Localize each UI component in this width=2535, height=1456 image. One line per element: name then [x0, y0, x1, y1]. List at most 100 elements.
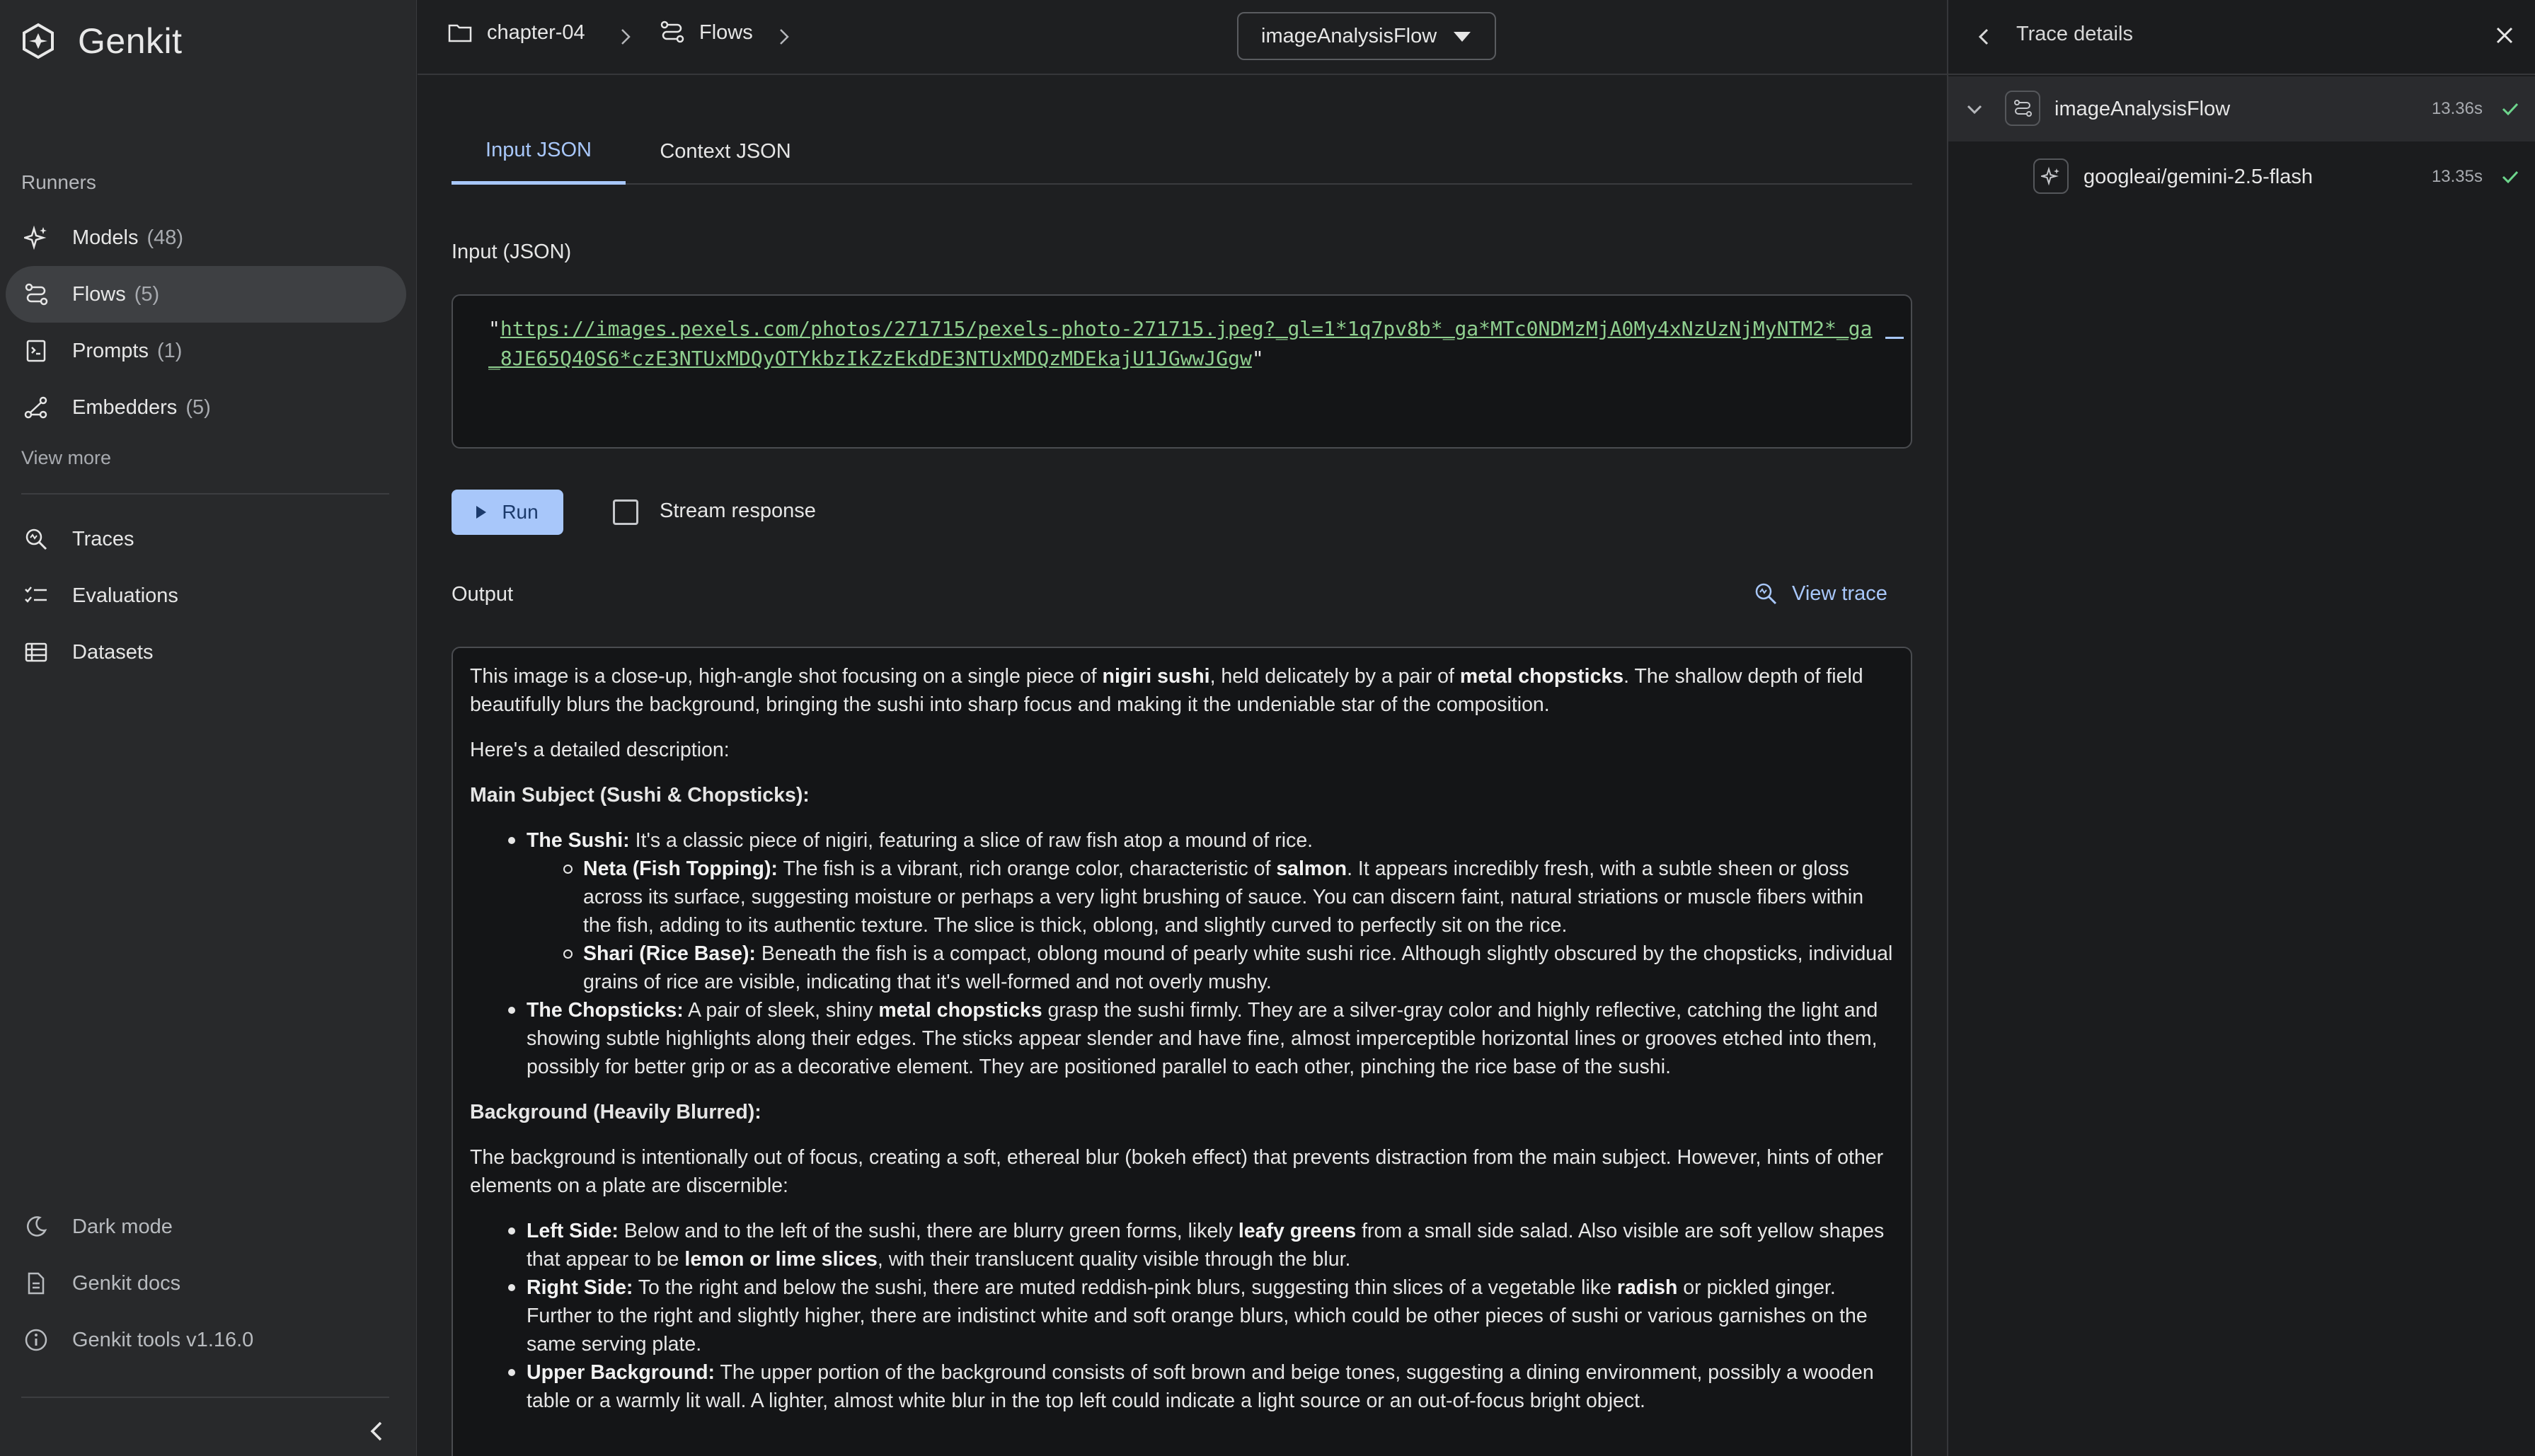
input-url-value: https://images.pexels.com/photos/271715/… — [488, 317, 1873, 370]
list-item: Shari (Rice Base): Beneath the fish is a… — [527, 940, 1894, 996]
output-paragraph: This image is a close-up, high-angle sho… — [470, 662, 1894, 719]
run-button[interactable]: Run — [452, 490, 563, 535]
list-item: The Sushi: It's a classic piece of nigir… — [470, 826, 1894, 996]
text: To the right and below the sushi, there … — [633, 1276, 1617, 1299]
view-trace-button[interactable]: View trace — [1754, 582, 1887, 606]
text: The upper portion of the background cons… — [527, 1361, 1874, 1412]
list-item: Upper Background: The upper portion of t… — [470, 1358, 1894, 1415]
doc-icon — [23, 1270, 50, 1297]
sidebar-divider — [21, 493, 389, 495]
trace-row-duration: 13.36s — [2431, 99, 2483, 118]
view-trace-label: View trace — [1792, 582, 1887, 605]
sidebar-item-label: Embedders — [72, 395, 178, 419]
back-arrow-icon[interactable] — [1974, 24, 1994, 50]
sidebar-item-models[interactable]: Models (48) — [6, 209, 406, 266]
sidebar-item-evaluations[interactable]: Evaluations — [6, 567, 406, 624]
folder-icon — [448, 24, 472, 42]
bold-text: Left Side: — [527, 1220, 619, 1242]
sidebar-item-datasets[interactable]: Datasets — [6, 624, 406, 681]
trace-panel-header: Trace details — [1948, 0, 2535, 75]
genkit-docs-link[interactable]: Genkit docs — [6, 1255, 406, 1312]
sidebar-item-label: Prompts — [72, 339, 149, 362]
text: It's a classic piece of nigiri, featurin… — [629, 829, 1314, 852]
trace-panel-title: Trace details — [2016, 23, 2133, 45]
close-icon[interactable] — [2493, 24, 2516, 47]
output-sublist: Neta (Fish Topping): The fish is a vibra… — [527, 855, 1894, 996]
sidebar-item-embedders[interactable]: Embedders (5) — [6, 379, 406, 436]
bold-text: Upper Background: — [527, 1361, 715, 1384]
collapse-sidebar-icon[interactable] — [367, 1419, 388, 1444]
info-icon — [23, 1327, 50, 1353]
tab-context-json[interactable]: Context JSON — [626, 119, 825, 185]
output-panel: This image is a close-up, high-angle sho… — [452, 647, 1912, 1456]
sidebar-item-count: (48) — [146, 226, 184, 249]
flow-icon — [23, 281, 50, 308]
bold-text: metal chopsticks — [1459, 665, 1624, 688]
check-icon — [2502, 103, 2519, 116]
sidebar-item-traces[interactable]: Traces — [6, 511, 406, 567]
json-quote: " — [1251, 347, 1264, 370]
json-quote: " — [488, 317, 500, 340]
breadcrumb-flows[interactable]: Flows — [660, 20, 753, 45]
trace-row-duration: 13.35s — [2431, 167, 2483, 186]
bold-text: Neta (Fish Topping): — [583, 857, 778, 880]
output-label: Output — [452, 583, 514, 606]
checklist-icon — [23, 582, 50, 609]
chevron-right-icon — [780, 29, 789, 45]
trace-search-icon — [23, 526, 50, 553]
breadcrumb-project[interactable]: chapter-04 — [447, 20, 585, 45]
trace-search-icon — [1755, 583, 1777, 605]
runners-nav: Models (48) Flows (5) Prompts (1) Embedd… — [6, 209, 406, 436]
trace-row[interactable]: imageAnalysisFlow 13.36s — [1948, 76, 2535, 141]
play-icon — [476, 506, 487, 519]
app-name: Genkit — [78, 21, 183, 61]
flow-icon — [2005, 91, 2040, 126]
bold-text: Right Side: — [527, 1276, 633, 1299]
dark-mode-toggle[interactable]: Dark mode — [6, 1198, 406, 1255]
chevron-right-icon — [621, 29, 631, 45]
stream-response-label[interactable]: Stream response — [660, 499, 816, 523]
sparkle-icon — [23, 224, 50, 251]
view-more-link[interactable]: View more — [21, 447, 111, 469]
output-paragraph: The background is intentionally out of f… — [470, 1146, 1884, 1197]
text: A pair of sleek, shiny — [683, 999, 879, 1022]
run-button-label: Run — [502, 501, 539, 523]
output-heading: Background (Heavily Blurred): — [470, 1101, 761, 1123]
bold-text: radish — [1616, 1276, 1678, 1299]
text: Beneath the fish is a compact, oblong mo… — [583, 942, 1893, 993]
chevron-down-icon[interactable] — [1964, 99, 1985, 120]
top-bar: chapter-04 Flows imageAnalysisFlow — [418, 0, 1947, 75]
sidebar-item-label: Evaluations — [72, 584, 178, 607]
bold-text: nigiri sushi — [1102, 665, 1210, 688]
sidebar-item-count: (5) — [185, 395, 211, 419]
table-icon — [23, 639, 50, 666]
list-item: Neta (Fish Topping): The fish is a vibra… — [527, 855, 1894, 940]
flow-select-dropdown[interactable]: imageAnalysisFlow — [1237, 12, 1496, 60]
tools-nav: Traces Evaluations Datasets — [6, 511, 406, 681]
stream-response-checkbox[interactable] — [613, 499, 638, 525]
genkit-tools-version[interactable]: Genkit tools v1.16.0 — [6, 1312, 406, 1368]
sidebar-item-flows[interactable]: Flows (5) — [6, 266, 406, 323]
sidebar-item-label: Datasets — [72, 640, 154, 664]
sidebar: Genkit Runners Models (48) Flows (5) Pro… — [0, 0, 417, 1456]
input-json-editor[interactable]: "https://images.pexels.com/photos/271715… — [452, 294, 1912, 449]
sidebar-item-label: Genkit tools v1.16.0 — [72, 1328, 254, 1351]
trace-row[interactable]: googleai/gemini-2.5-flash 13.35s — [1948, 144, 2535, 209]
text: This image is a close-up, high-angle sho… — [470, 665, 1103, 688]
sidebar-item-prompts[interactable]: Prompts (1) — [6, 323, 406, 379]
bold-text: leafy greens — [1238, 1220, 1357, 1242]
text: , with their translucent quality visible… — [877, 1248, 1351, 1271]
embedder-icon — [23, 394, 50, 421]
bold-text: Shari (Rice Base): — [583, 942, 756, 965]
sidebar-item-label: Dark mode — [72, 1215, 173, 1238]
tab-input-json[interactable]: Input JSON — [452, 119, 626, 185]
trace-row-name: imageAnalysisFlow — [2054, 97, 2231, 120]
output-heading: Main Subject (Sushi & Chopsticks): — [470, 784, 810, 807]
output-paragraph: Here's a detailed description: — [470, 739, 730, 761]
breadcrumb-flows-label: Flows — [699, 21, 753, 44]
genkit-logo[interactable]: Genkit — [20, 20, 183, 62]
sidebar-item-label: Flows — [72, 282, 126, 306]
sidebar-item-label: Genkit docs — [72, 1271, 181, 1295]
output-list: The Sushi: It's a classic piece of nigir… — [470, 826, 1894, 1081]
moon-icon — [23, 1213, 50, 1240]
